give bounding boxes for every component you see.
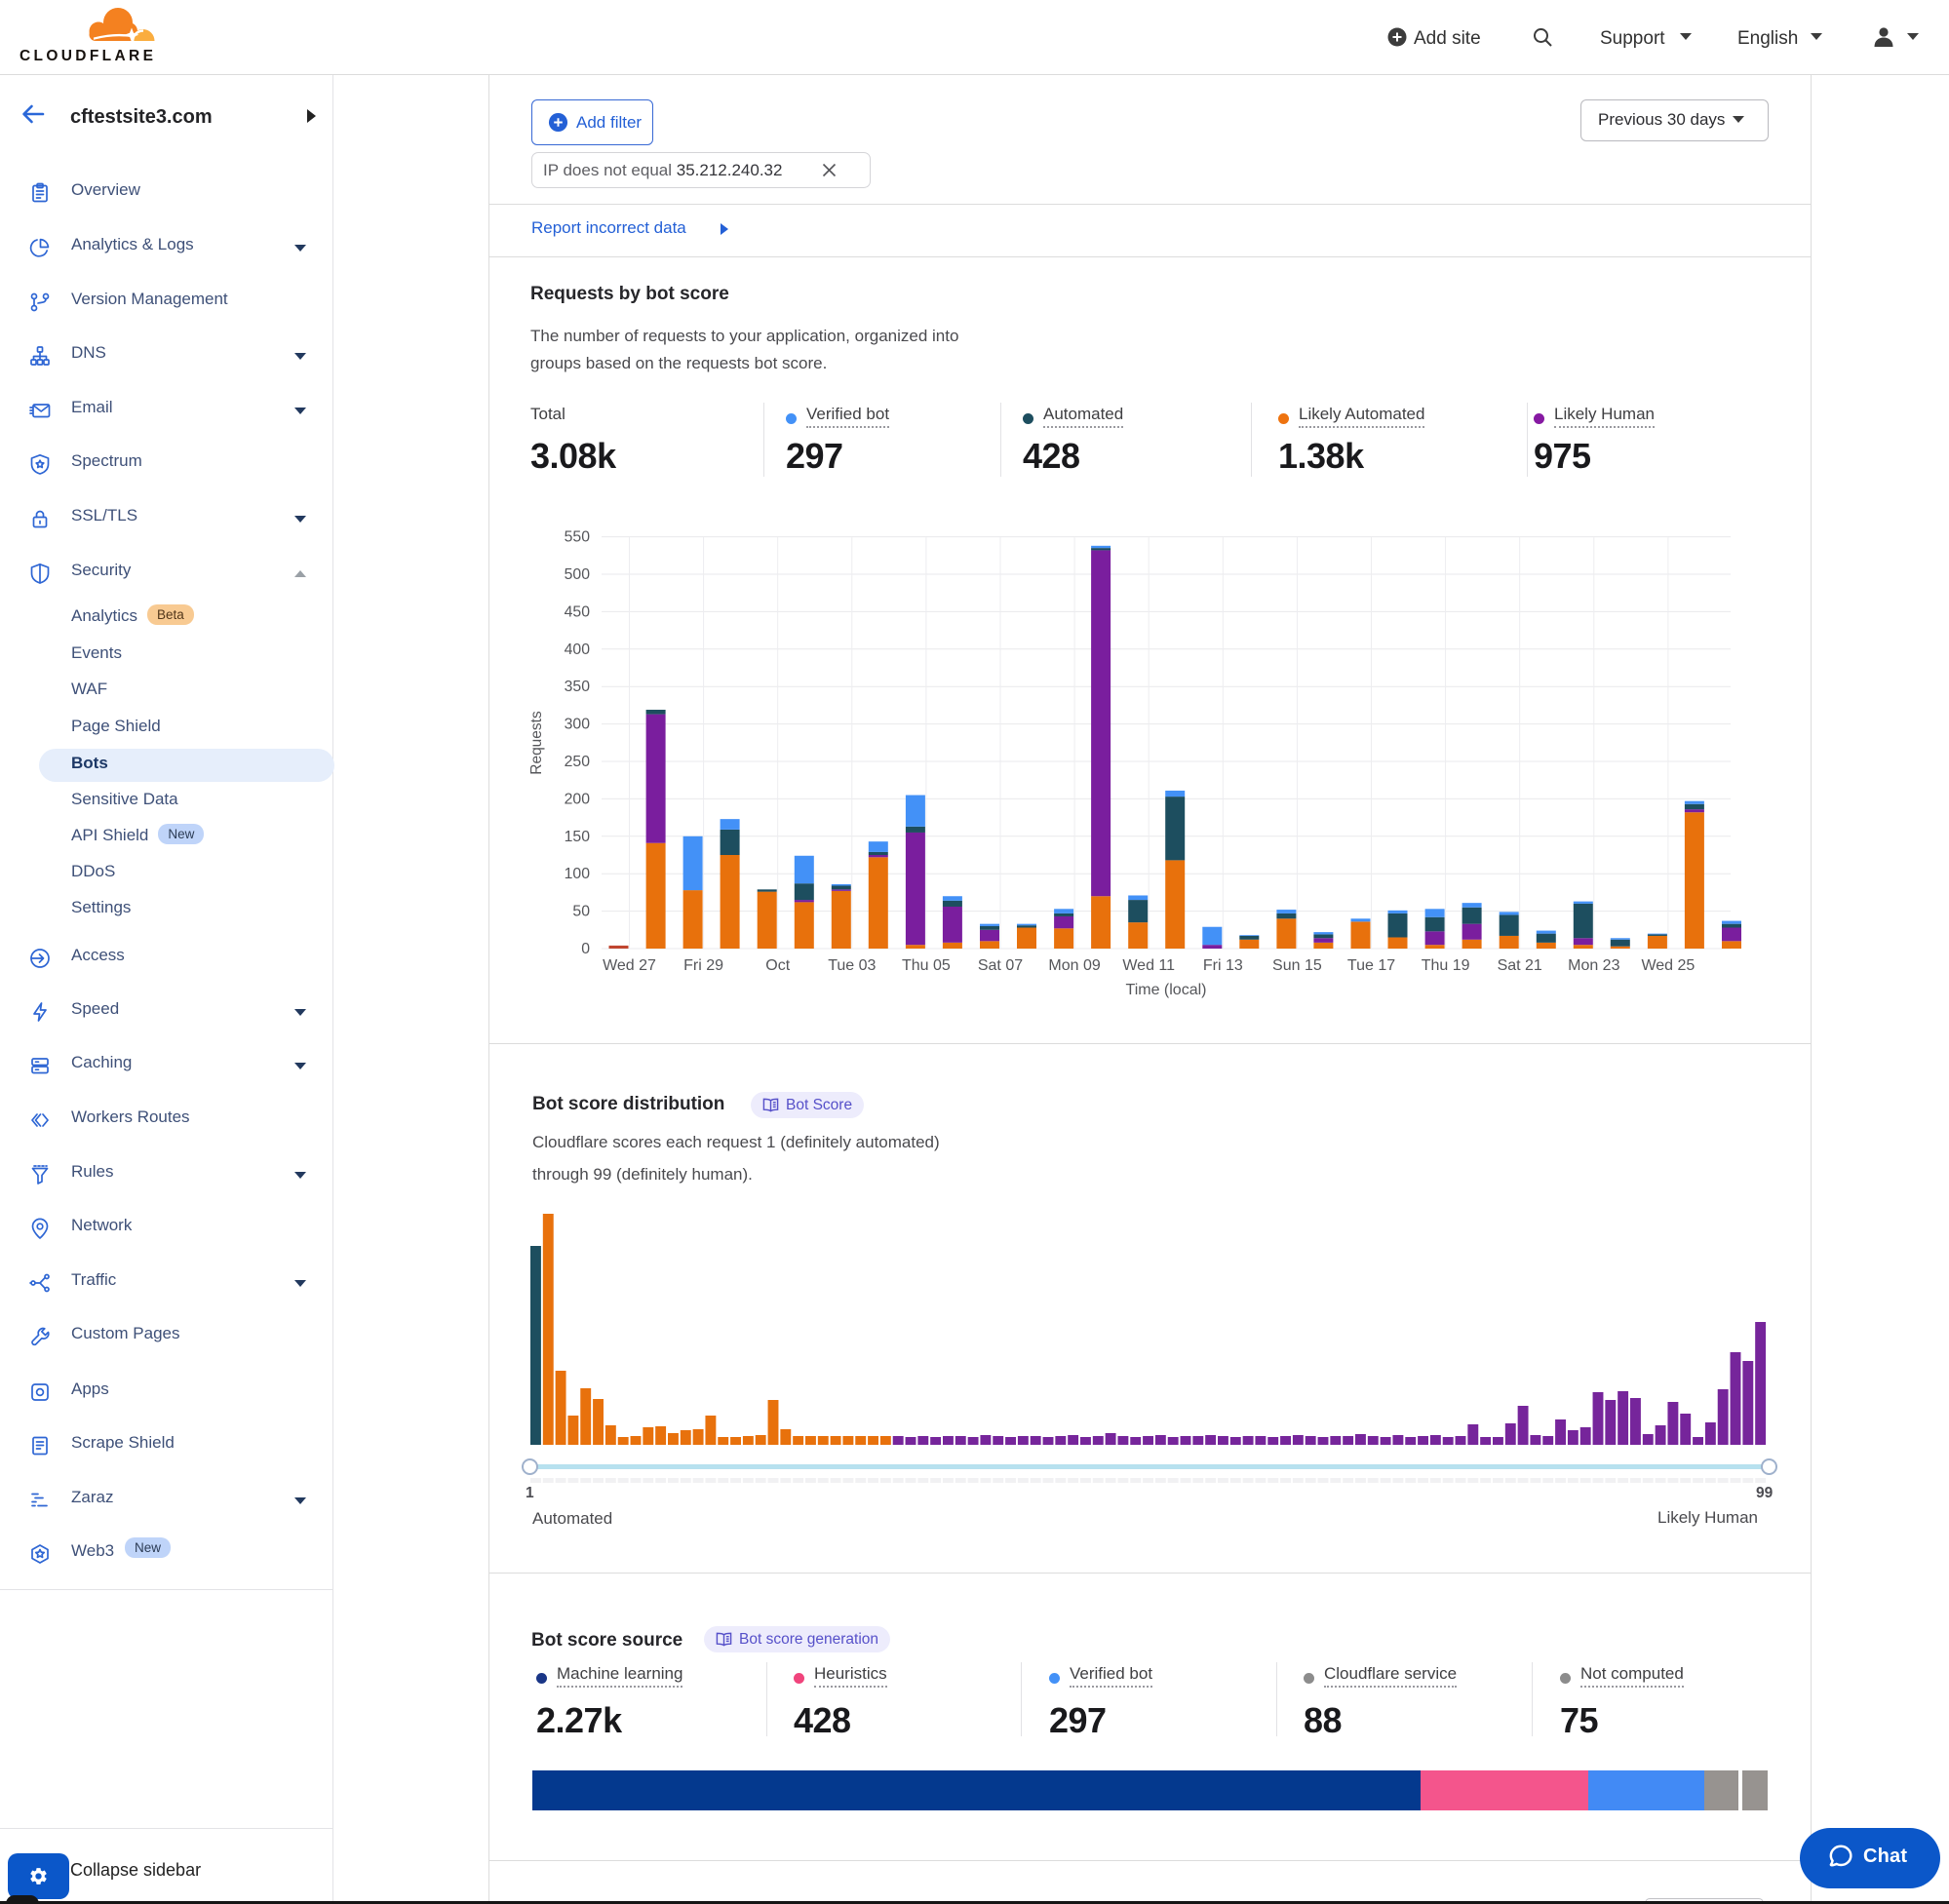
svg-text:Mon 09: Mon 09 — [1048, 957, 1100, 974]
svg-text:Requests: Requests — [528, 711, 545, 775]
svg-text:100: 100 — [565, 866, 591, 882]
svg-text:250: 250 — [565, 754, 591, 770]
svg-text:500: 500 — [565, 566, 591, 583]
svg-text:Tue 03: Tue 03 — [828, 957, 876, 974]
svg-text:Thu 05: Thu 05 — [902, 957, 951, 974]
svg-text:350: 350 — [565, 679, 591, 695]
svg-text:Thu 19: Thu 19 — [1422, 957, 1470, 974]
svg-text:400: 400 — [565, 641, 591, 658]
svg-text:50: 50 — [572, 904, 590, 920]
svg-text:Oct: Oct — [765, 957, 790, 974]
svg-text:Sat 07: Sat 07 — [978, 957, 1023, 974]
svg-text:150: 150 — [565, 829, 591, 845]
svg-text:Mon 23: Mon 23 — [1568, 957, 1619, 974]
svg-text:300: 300 — [565, 717, 591, 733]
svg-text:Tue 17: Tue 17 — [1347, 957, 1395, 974]
svg-text:Wed 11: Wed 11 — [1122, 957, 1175, 974]
svg-text:200: 200 — [565, 791, 591, 807]
svg-text:CLOUDFLARE: CLOUDFLARE — [19, 48, 156, 62]
svg-text:Sat 21: Sat 21 — [1498, 957, 1542, 974]
svg-text:550: 550 — [565, 529, 591, 546]
svg-text:Fri 29: Fri 29 — [683, 957, 723, 974]
svg-text:Sun 15: Sun 15 — [1272, 957, 1322, 974]
svg-text:Wed 27: Wed 27 — [603, 957, 656, 974]
svg-text:Fri 13: Fri 13 — [1203, 957, 1243, 974]
svg-text:0: 0 — [581, 941, 590, 957]
svg-text:Wed 25: Wed 25 — [1641, 957, 1695, 974]
svg-text:450: 450 — [565, 603, 591, 620]
svg-text:Time (local): Time (local) — [1126, 982, 1207, 998]
